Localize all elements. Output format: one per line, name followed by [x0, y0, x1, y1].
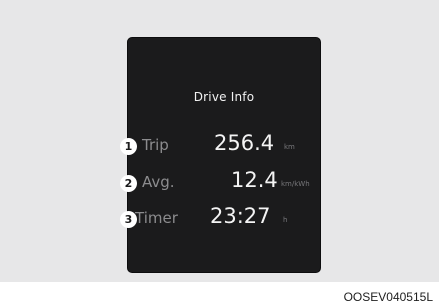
trip-row: 1 Trip 256.4 km [120, 131, 320, 163]
timer-label: Timer [135, 209, 178, 227]
image-code-caption: OOSEV040515L [343, 290, 433, 304]
average-value: 12.4 [231, 168, 278, 192]
cluster-display: Drive Info 1 Trip 256.4 km 2 Avg. 12.4 k… [120, 37, 321, 273]
timer-value: 23:27 [210, 204, 271, 228]
timer-row: 3 Timer 23:27 h [120, 204, 320, 236]
average-unit: km/kWh [281, 180, 310, 188]
illustration-frame: Drive Info 1 Trip 256.4 km 2 Avg. 12.4 k… [0, 0, 439, 282]
trip-label: Trip [142, 136, 169, 154]
average-row: 2 Avg. 12.4 km/kWh [120, 168, 320, 200]
callout-number-1: 1 [120, 138, 137, 155]
timer-unit: h [283, 216, 288, 224]
trip-value: 256.4 [214, 131, 275, 155]
display-title: Drive Info [193, 90, 255, 104]
callout-number-2: 2 [120, 175, 137, 192]
trip-unit: km [284, 143, 295, 151]
average-label: Avg. [142, 173, 175, 191]
